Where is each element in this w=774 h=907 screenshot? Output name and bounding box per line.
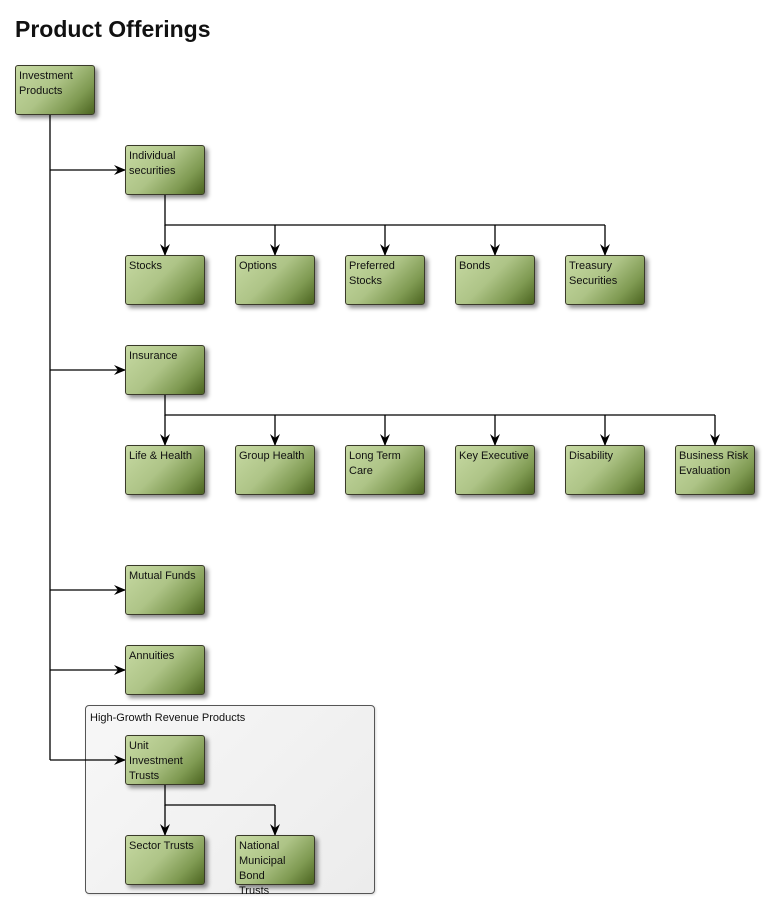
node-label: Disability xyxy=(569,450,614,462)
node-label: Mutual Funds xyxy=(129,570,196,582)
node-sector-trusts[interactable]: Sector Trusts xyxy=(125,835,205,885)
node-treasury-securities[interactable]: Treasury Securities xyxy=(565,255,645,305)
node-business-risk-evaluation[interactable]: Business Risk Evaluation xyxy=(675,445,755,495)
node-bonds[interactable]: Bonds xyxy=(455,255,535,305)
node-label: Preferred Stocks xyxy=(349,260,395,287)
node-label: Annuities xyxy=(129,650,175,662)
edge-bus-unit_investment_trusts xyxy=(164,785,275,806)
node-label: Long Term Care xyxy=(349,450,401,477)
node-group-health[interactable]: Group Health xyxy=(235,445,315,495)
node-life-health[interactable]: Life & Health xyxy=(125,445,205,495)
node-key-executive[interactable]: Key Executive xyxy=(455,445,535,495)
node-label: Sector Trusts xyxy=(129,840,194,852)
node-disability[interactable]: Disability xyxy=(565,445,645,495)
node-options[interactable]: Options xyxy=(235,255,315,305)
node-label: Bonds xyxy=(459,260,491,272)
node-label: Investment Products xyxy=(19,70,73,97)
node-annuities[interactable]: Annuities xyxy=(125,645,205,695)
node-unit-investment-trusts[interactable]: Unit Investment Trusts xyxy=(125,735,205,785)
node-preferred-stocks[interactable]: Preferred Stocks xyxy=(345,255,425,305)
node-long-term-care[interactable]: Long Term Care xyxy=(345,445,425,495)
node-stocks[interactable]: Stocks xyxy=(125,255,205,305)
node-label: National Municipal Bond Trusts xyxy=(239,840,286,897)
node-label: Business Risk Evaluation xyxy=(679,450,749,477)
node-label: Treasury Securities xyxy=(569,260,618,287)
node-label: Stocks xyxy=(129,260,163,272)
node-insurance[interactable]: Insurance xyxy=(125,345,205,395)
node-mutual-funds[interactable]: Mutual Funds xyxy=(125,565,205,615)
node-label: Insurance xyxy=(129,350,178,362)
node-label: Key Executive xyxy=(459,450,529,462)
node-investment-products[interactable]: Investment Products xyxy=(15,65,95,115)
node-label: Group Health xyxy=(239,450,305,462)
node-label: Options xyxy=(239,260,277,272)
edge-bus-individual_securities xyxy=(164,195,605,226)
node-national-municipal-bond-trusts[interactable]: National Municipal Bond Trusts xyxy=(235,835,315,897)
node-label: Unit Investment Trusts xyxy=(129,740,183,782)
node-label: Individual securities xyxy=(129,150,176,177)
node-individual-securities[interactable]: Individual securities xyxy=(125,145,205,195)
node-label: Life & Health xyxy=(129,450,192,462)
edge-bus-insurance xyxy=(164,395,715,416)
